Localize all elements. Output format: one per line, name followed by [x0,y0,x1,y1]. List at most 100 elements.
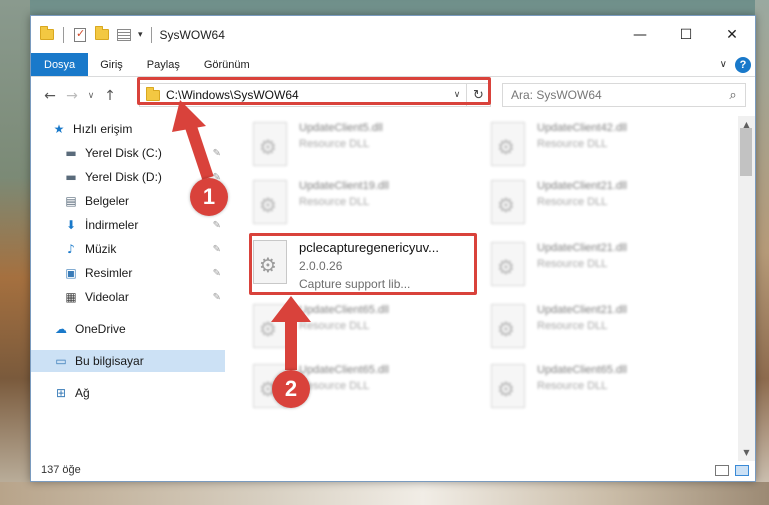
properties-list-icon[interactable] [116,27,132,43]
file-name: UpdateClient19.dll [299,180,389,192]
title-bar: ▾ SysWOW64 — ☐ ✕ [31,16,755,53]
pin-icon[interactable]: ✎ [213,244,221,255]
recent-locations-button[interactable]: ∨ [83,91,99,101]
navigation-bar: ← → ∨ ↑ C:\Windows\SysWOW64 ∨ ↻ ⌕ [31,77,755,115]
sidebar-item-onedrive[interactable]: ☁ OneDrive [31,318,225,340]
file-description: Resource DLL [299,196,370,208]
sidebar-item-local-disk-c[interactable]: ▬ Yerel Disk (C:) ✎ [31,142,225,164]
dll-file-icon [491,364,525,408]
file-description: Resource DLL [299,138,370,150]
refresh-button[interactable]: ↻ [466,84,490,106]
dll-file-icon [253,122,287,166]
help-icon[interactable]: ? [735,56,751,73]
dll-file-icon [491,242,525,286]
file-version: 2.0.0.26 [299,259,343,273]
sidebar-item-this-pc[interactable]: ▭ Bu bilgisayar [31,350,225,372]
tab-file[interactable]: Dosya [31,53,89,76]
sidebar-item-label: Resimler [85,266,133,280]
pictures-icon: ▣ [65,266,77,280]
quick-access-dropdown-icon[interactable]: ▾ [138,30,143,40]
music-icon: ♪ [67,242,75,256]
file-name: UpdateClient21.dll [537,180,627,192]
star-icon: ★ [53,122,65,136]
pin-icon[interactable]: ✎ [213,292,221,303]
sidebar-item-label: OneDrive [75,322,126,336]
ribbon-tabs: Dosya Giriş Paylaş Görünüm ∨ ? [31,53,755,77]
file-name: UpdateClient5.dll [299,122,383,134]
details-view-icon[interactable] [715,464,729,476]
file-item[interactable]: UpdateClient19.dll Resource DLL [253,176,483,232]
file-description: Capture support lib... [299,277,411,291]
file-description: Resource DLL [537,196,608,208]
ribbon-right: ∨ ? [720,53,755,76]
file-item[interactable]: UpdateClient21.dll Resource DLL [491,176,721,232]
address-bar[interactable]: C:\Windows\SysWOW64 ∨ ↻ [139,83,491,107]
sidebar-item-pictures[interactable]: ▣ Resimler ✎ [31,262,225,284]
close-button[interactable]: ✕ [709,16,755,53]
sidebar-item-downloads[interactable]: ⬇ İndirmeler ✎ [31,214,225,236]
drive-icon: ▬ [65,146,77,160]
pin-icon[interactable]: ✎ [213,220,221,231]
file-name: UpdateClient21.dll [537,242,627,254]
sidebar-item-quick-access[interactable]: ★ Hızlı erişim [31,118,225,140]
drive-icon: ▬ [65,170,77,184]
dll-file-icon [253,180,287,224]
address-path[interactable]: C:\Windows\SysWOW64 [166,88,448,102]
file-description: Resource DLL [299,380,370,392]
pin-icon[interactable]: ✎ [213,148,221,159]
step-2-badge: 2 [272,370,310,408]
back-button[interactable]: ← [39,88,61,104]
address-folder-icon [146,86,160,101]
tab-view[interactable]: Görünüm [192,53,262,76]
file-item[interactable]: UpdateClient65.dll Resource DLL [491,360,721,416]
tab-home[interactable]: Giriş [88,53,135,76]
address-dropdown-icon[interactable]: ∨ [448,90,466,100]
sidebar-item-label: Yerel Disk (D:) [85,170,162,184]
desktop-background-bottom [0,482,769,505]
videos-icon: ▦ [65,290,77,304]
file-item[interactable]: UpdateClient42.dll Resource DLL [491,118,721,174]
item-count: 137 öğe [41,464,81,476]
file-name: UpdateClient65.dll [537,364,627,376]
search-icon[interactable]: ⌕ [721,88,745,103]
file-name: pclecapturegenericyuv... [299,240,439,255]
main-content: ★ Hızlı erişim ▬ Yerel Disk (C:) ✎ ▬ Yer… [31,116,755,461]
file-item[interactable]: UpdateClient65.dll Resource DLL [253,300,483,356]
properties-check-icon[interactable] [72,27,88,43]
sidebar-item-network[interactable]: ⊞ Ağ [31,382,225,404]
file-item[interactable]: UpdateClient21.dll Resource DLL [491,300,721,356]
sidebar-item-music[interactable]: ♪ Müzik ✎ [31,238,225,260]
file-description: Resource DLL [537,380,608,392]
pin-icon[interactable]: ✎ [213,268,221,279]
forward-button[interactable]: → [61,88,83,104]
file-list: UpdateClient5.dll Resource DLL UpdateClie… [225,116,755,461]
dll-file-icon [491,180,525,224]
file-name: UpdateClient21.dll [537,304,627,316]
window-title: SysWOW64 [159,27,225,42]
file-description: Resource DLL [537,138,608,150]
new-folder-icon[interactable] [94,26,110,43]
folder-icon [39,26,55,43]
dll-file-icon [491,304,525,348]
view-switcher [715,464,755,476]
dll-file-icon [253,240,287,284]
file-item[interactable]: UpdateClient21.dll Resource DLL [491,238,721,294]
large-icons-view-icon[interactable] [735,464,749,476]
sidebar-item-label: İndirmeler [85,218,139,232]
search-input[interactable] [511,88,721,102]
file-description: Resource DLL [537,320,608,332]
file-item[interactable]: UpdateClient5.dll Resource DLL [253,118,483,174]
up-button[interactable]: ↑ [99,88,121,104]
search-box[interactable]: ⌕ [502,83,746,107]
vertical-scrollbar[interactable]: ▲ ▼ [738,116,755,461]
maximize-button[interactable]: ☐ [663,16,709,53]
sidebar-item-label: Müzik [85,242,117,256]
sidebar-item-label: Belgeler [85,194,130,208]
file-name: UpdateClient65.dll [299,364,389,376]
tab-share[interactable]: Paylaş [135,53,192,76]
scrollbar-thumb[interactable] [740,128,752,176]
sidebar-item-videos[interactable]: ▦ Videolar ✎ [31,286,225,308]
minimize-button[interactable]: — [617,16,663,53]
file-item-pclecapturegenericyuv[interactable]: pclecapturegenericyuv... 2.0.0.26 Captur… [253,236,483,292]
expand-ribbon-icon[interactable]: ∨ [720,59,727,70]
